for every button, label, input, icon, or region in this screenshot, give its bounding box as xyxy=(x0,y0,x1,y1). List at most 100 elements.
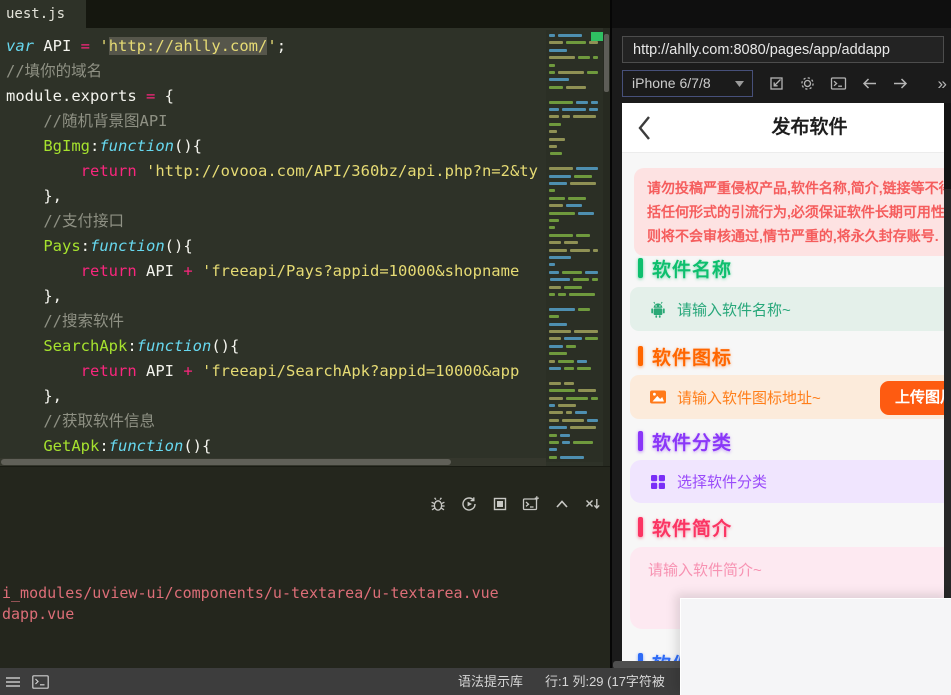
minimap[interactable] xyxy=(546,30,603,462)
browser-tabstrip: Web浏览器 × xyxy=(612,0,951,28)
minimap-bar xyxy=(549,256,571,259)
code-line: //获取软件信息 xyxy=(6,412,155,430)
minimap-bar xyxy=(564,337,582,341)
editor-horizontal-scrollbar-thumb[interactable] xyxy=(1,459,451,465)
terminal-plus-icon[interactable] xyxy=(522,495,540,513)
back-arrow-icon[interactable] xyxy=(861,75,878,92)
collapse-panel-icon[interactable] xyxy=(553,495,571,513)
minimap-bar xyxy=(549,233,573,237)
list-icon[interactable] xyxy=(6,676,20,688)
minimap-bar xyxy=(566,85,586,89)
minimap-bar xyxy=(549,285,561,289)
console-toggle-icon[interactable] xyxy=(830,75,847,92)
minimap-bar xyxy=(549,241,561,245)
clear-console-icon[interactable] xyxy=(584,495,602,513)
section-accent-bar xyxy=(638,431,643,451)
minimap-bar xyxy=(564,367,574,370)
console-output: i_modules/uview-ui/components/u-textarea… xyxy=(2,583,499,625)
editor-vertical-scrollbar-thumb[interactable] xyxy=(604,34,609,92)
minimap-bar xyxy=(573,115,596,119)
mobile-preview-page: 发布软件 请勿投稿严重侵权产品,软件名称,简介,链接等不得包括任何形式的引流行为… xyxy=(622,103,951,668)
minimap-bar xyxy=(570,182,596,185)
open-external-icon[interactable] xyxy=(768,75,785,92)
code-line: //填你的域名 xyxy=(6,62,103,80)
panel-divider[interactable] xyxy=(610,0,612,668)
minimap-bar xyxy=(587,71,598,74)
minimap-bar xyxy=(549,122,561,126)
terminal-icon[interactable] xyxy=(32,674,49,689)
minimap-bar xyxy=(589,41,598,45)
minimap-bar xyxy=(549,418,559,422)
code-area[interactable]: var API = 'http://ahlly.com/'; //填你的域名 mod… xyxy=(0,34,546,462)
app-name-input[interactable]: 请输入软件名称~ xyxy=(630,287,951,331)
minimap-bar xyxy=(549,182,567,185)
minimap-bar xyxy=(558,359,574,363)
app-name-placeholder: 请输入软件名称~ xyxy=(677,301,791,319)
code-line: GetApk:function(){ xyxy=(43,437,212,455)
minimap-bar xyxy=(573,278,589,282)
minimap-bar xyxy=(549,248,567,252)
minimap-bar xyxy=(549,63,555,67)
minimap-bar xyxy=(549,85,563,89)
minimap-bar xyxy=(549,293,555,296)
section-label: 软件分类 xyxy=(652,432,733,454)
minimap-bar xyxy=(549,381,561,385)
editor-horizontal-scrollbar[interactable] xyxy=(0,458,546,466)
editor-tab-request-js[interactable]: uest.js xyxy=(0,0,86,28)
stop-icon[interactable] xyxy=(491,495,509,513)
minimap-bar xyxy=(549,315,559,319)
section-header-app-icon: 软件图标 xyxy=(638,343,732,369)
minimap-bar xyxy=(549,411,563,415)
gear-icon[interactable] xyxy=(799,75,816,92)
more-tools-icon[interactable]: » xyxy=(938,70,947,97)
code-editor[interactable]: var API = 'http://ahlly.com/'; //填你的域名 mod… xyxy=(0,28,610,466)
minimap-bar xyxy=(564,381,574,385)
debug-icon[interactable] xyxy=(429,495,447,513)
code-line: return API + 'freeapi/Pays?appid=10000&s… xyxy=(80,262,520,280)
minimap-bar xyxy=(549,204,563,208)
minimap-bar xyxy=(566,411,572,415)
minimap-bar xyxy=(549,145,557,148)
minimap-bar xyxy=(558,34,582,37)
minimap-bar xyxy=(549,352,567,356)
restart-icon[interactable] xyxy=(460,495,478,513)
minimap-bar xyxy=(550,278,570,282)
minimap-bar xyxy=(558,71,584,74)
minimap-bar xyxy=(550,152,562,156)
minimap-bar xyxy=(549,226,555,230)
minimap-bar xyxy=(549,41,563,45)
device-select[interactable]: iPhone 6/7/8 xyxy=(622,70,753,97)
minimap-bar xyxy=(589,108,598,111)
overlay-popup[interactable] xyxy=(680,598,951,695)
upload-image-button[interactable]: 上传图片 xyxy=(880,381,951,415)
syntax-library-status[interactable]: 语法提示库 xyxy=(458,668,523,695)
page-header: 发布软件 xyxy=(622,103,951,153)
minimap-bar xyxy=(549,433,557,437)
minimap-bar xyxy=(549,115,559,119)
minimap-bar xyxy=(578,211,594,215)
minimap-bar xyxy=(562,418,584,422)
minimap-bar xyxy=(549,34,555,37)
minimap-bar xyxy=(593,56,598,60)
minimap-bar xyxy=(549,322,567,326)
minimap-bar xyxy=(549,389,575,393)
minimap-bar xyxy=(549,359,555,363)
forward-arrow-icon[interactable] xyxy=(892,75,909,92)
console-toolbar xyxy=(429,495,602,513)
minimap-bar xyxy=(549,270,559,274)
minimap-bar xyxy=(549,344,563,348)
minimap-bar xyxy=(558,404,576,407)
minimap-bar xyxy=(570,426,596,430)
editor-vertical-scrollbar[interactable] xyxy=(603,28,610,466)
minimap-bar xyxy=(575,411,587,415)
minimap-bar xyxy=(549,48,567,52)
url-input[interactable]: http://ahlly.com:8080/pages/app/addapp xyxy=(622,36,944,63)
minimap-bar xyxy=(562,108,586,111)
minimap-bar xyxy=(587,418,598,422)
browser-vertical-scrollbar-thumb[interactable] xyxy=(944,103,951,189)
app-category-select[interactable]: 选择软件分类 xyxy=(630,460,951,503)
browser-vertical-scrollbar[interactable] xyxy=(944,103,951,668)
minimap-bar xyxy=(549,455,557,459)
minimap-bar xyxy=(560,455,584,459)
chevron-down-icon xyxy=(735,80,744,87)
